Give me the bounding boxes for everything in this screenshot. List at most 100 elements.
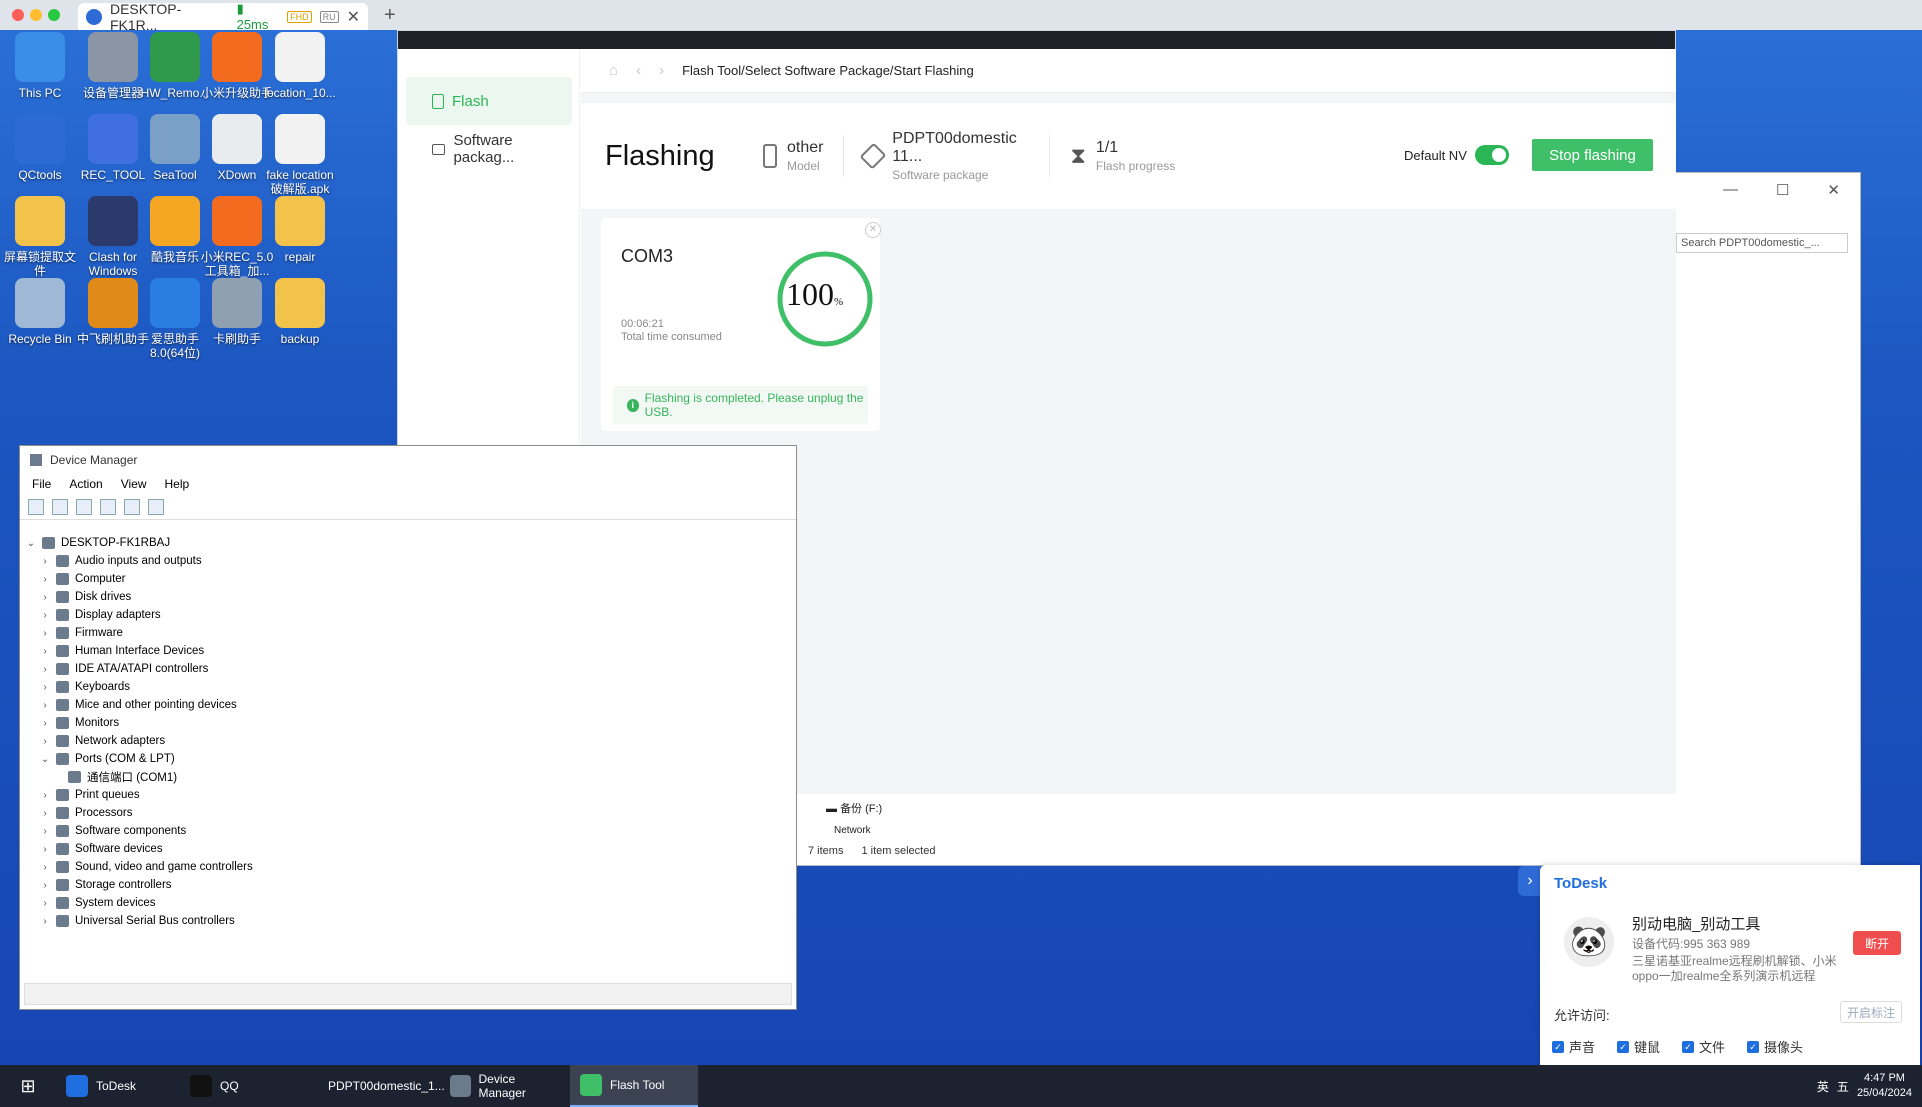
desktop-icon[interactable]: This PC [2,32,78,100]
expand-icon[interactable]: › [40,808,50,819]
taskbar-item[interactable]: QQ [180,1065,310,1107]
expand-icon[interactable]: › [40,790,50,801]
default-nv-toggle[interactable] [1474,145,1509,165]
ime-english[interactable]: 英 [1817,1078,1829,1095]
maximize-icon[interactable]: ☐ [1776,181,1789,199]
desktop-icon[interactable]: location_10... [262,32,338,100]
taskbar-item[interactable]: ToDesk [56,1065,180,1107]
search-input[interactable]: Search PDPT00domestic_... [1676,233,1848,253]
expand-icon[interactable]: › [40,736,50,747]
minimize-window-dot[interactable] [30,9,42,21]
update-driver-icon[interactable] [124,498,140,515]
properties-icon[interactable] [76,498,92,515]
ime-wubi[interactable]: 五 [1837,1078,1849,1095]
desktop-icon[interactable]: QCtools [2,114,78,182]
back-arrow-icon[interactable] [28,498,44,515]
tree-category[interactable]: › Computer [26,570,786,588]
enable-annotation-button[interactable]: 开启标注 [1840,1001,1902,1023]
tree-category[interactable]: › Firmware [26,624,786,642]
tree-category[interactable]: › Mice and other pointing devices [26,696,786,714]
tree-category[interactable]: › Monitors [26,714,786,732]
expand-icon[interactable]: › [40,610,50,621]
permission-toggle[interactable]: ✓ 摄像头 [1747,1037,1803,1056]
expand-icon[interactable]: › [40,664,50,675]
taskbar-item[interactable]: PDPT00domestic_1... [310,1065,445,1107]
tree-category[interactable]: › Processors [26,804,786,822]
help-icon[interactable] [100,498,116,515]
maximize-window-dot[interactable] [48,9,60,21]
sidebar-item-flash[interactable]: Flash [406,77,572,125]
expand-icon[interactable]: › [40,646,50,657]
collapse-panel-icon[interactable]: › [1518,866,1542,896]
expand-icon[interactable]: › [40,592,50,603]
tree-category[interactable]: › Disk drives [26,588,786,606]
expand-icon[interactable]: › [40,898,50,909]
expand-icon[interactable]: › [40,862,50,873]
permission-toggle[interactable]: ✓ 声音 [1552,1037,1595,1056]
home-icon[interactable]: ⌂ [609,62,618,79]
tree-category[interactable]: › System devices [26,894,786,912]
expand-icon[interactable]: › [40,916,50,927]
disconnect-button[interactable]: 断开 [1853,931,1901,955]
permission-toggle[interactable]: ✓ 键鼠 [1617,1037,1660,1056]
close-icon[interactable]: ✕ [1827,181,1840,199]
tree-category[interactable]: › Keyboards [26,678,786,696]
checkbox-icon[interactable]: ✓ [1552,1040,1564,1053]
network-item[interactable]: Network [834,825,871,836]
new-tab-icon[interactable]: + [384,4,396,27]
menu-item[interactable]: View [121,477,147,491]
forward-arrow-icon[interactable] [52,498,68,515]
close-window-dot[interactable] [12,9,24,21]
tree-child-item[interactable]: 通信端口 (COM1) [26,768,786,786]
tree-category[interactable]: › Human Interface Devices [26,642,786,660]
expand-icon[interactable]: › [40,880,50,891]
monitor-icon[interactable] [148,498,164,515]
tree-category[interactable]: › Universal Serial Bus controllers [26,912,786,930]
start-button[interactable]: ⊞ [0,1065,56,1107]
collapse-icon[interactable]: ⌄ [26,538,36,549]
sidebar-item-software-package[interactable]: Software packag... [406,125,572,173]
menu-item[interactable]: File [32,477,51,491]
stop-flashing-button[interactable]: Stop flashing [1532,139,1653,171]
expand-icon[interactable]: › [40,718,50,729]
expand-icon[interactable]: › [40,556,50,567]
menu-item[interactable]: Action [69,477,102,491]
expand-icon[interactable]: › [40,574,50,585]
minimize-icon[interactable]: — [1723,181,1738,199]
tree-category[interactable]: › IDE ATA/ATAPI controllers [26,660,786,678]
close-tab-icon[interactable]: ✕ [347,7,360,27]
tree-root[interactable]: ⌄ DESKTOP-FK1RBAJ [26,534,786,552]
tree-category[interactable]: › Software devices [26,840,786,858]
collapse-icon[interactable]: ⌄ [40,754,50,765]
clock[interactable]: 4:47 PM 25/04/2024 [1857,1071,1912,1101]
tree-category[interactable]: › Software components [26,822,786,840]
tree-category[interactable]: › Print queues [26,786,786,804]
expand-icon[interactable]: › [40,628,50,639]
close-card-icon[interactable]: ✕ [865,222,881,238]
tree-category[interactable]: ⌄ Ports (COM & LPT) [26,750,786,768]
tree-category[interactable]: › Audio inputs and outputs [26,552,786,570]
desktop-icon[interactable]: fake location 破解版.apk [262,114,338,196]
desktop-icon[interactable]: Recycle Bin [2,278,78,346]
tree-category[interactable]: › Storage controllers [26,876,786,894]
menu-item[interactable]: Help [165,477,190,491]
tree-category[interactable]: › Sound, video and game controllers [26,858,786,876]
expand-icon[interactable]: › [40,700,50,711]
desktop-icon[interactable]: backup [262,278,338,346]
desktop-icon[interactable]: repair [262,196,338,264]
expand-icon[interactable]: › [40,844,50,855]
drive-item[interactable]: ▬ 备份 (F:) [826,800,882,816]
checkbox-icon[interactable]: ✓ [1682,1040,1695,1053]
checkbox-icon[interactable]: ✓ [1747,1040,1760,1053]
taskbar-item[interactable]: Device Manager [440,1065,570,1107]
forward-icon[interactable]: › [659,62,664,79]
remote-session-tab[interactable]: DESKTOP-FK1R... ▮ 25ms FHD RU ✕ [78,1,368,33]
taskbar-item[interactable]: Flash Tool [570,1065,698,1107]
expand-icon[interactable]: › [40,682,50,693]
desktop-icon[interactable]: 屏幕锁提取文件 [2,196,78,278]
checkbox-icon[interactable]: ✓ [1617,1040,1630,1053]
tree-category[interactable]: › Display adapters [26,606,786,624]
permission-toggle[interactable]: ✓ 文件 [1682,1037,1725,1056]
tree-category[interactable]: › Network adapters [26,732,786,750]
back-icon[interactable]: ‹ [636,62,641,79]
